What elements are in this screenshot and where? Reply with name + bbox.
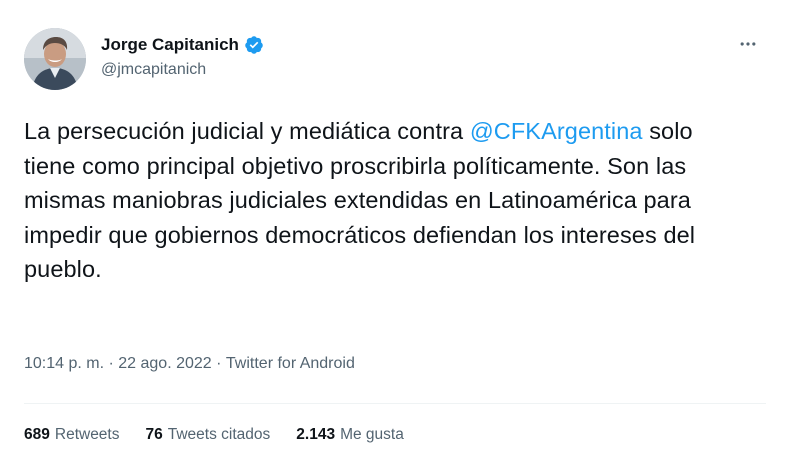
tweet-time[interactable]: 10:14 p. m.: [24, 355, 104, 373]
avatar-photo: [24, 28, 86, 90]
tweet-stats: 689 Retweets 76 Tweets citados 2.143 Me …: [24, 426, 430, 444]
tweet-meta: 10:14 p. m. · 22 ago. 2022 · Twitter for…: [24, 355, 355, 373]
mention-link[interactable]: @CFKArgentina: [470, 118, 643, 144]
meta-separator: ·: [104, 355, 119, 372]
display-name[interactable]: Jorge Capitanich: [101, 35, 239, 55]
tweet-text: La persecución judicial y mediática cont…: [24, 114, 744, 287]
author-info: Jorge Capitanich @jmcapitanich: [101, 34, 264, 79]
quotes-count: 76: [145, 426, 163, 443]
likes-label: Me gusta: [340, 426, 404, 443]
tweet-card: Jorge Capitanich @jmcapitanich La persec…: [0, 0, 790, 464]
more-horizontal-icon[interactable]: [734, 30, 762, 58]
quotes-label: Tweets citados: [167, 426, 271, 443]
avatar[interactable]: [24, 28, 86, 90]
divider: [24, 403, 766, 404]
name-row: Jorge Capitanich: [101, 34, 264, 56]
retweets-count: 689: [24, 426, 50, 443]
tweet-date[interactable]: 22 ago. 2022: [118, 355, 211, 373]
quote-tweets-stat[interactable]: 76 Tweets citados: [146, 426, 271, 444]
likes-stat[interactable]: 2.143 Me gusta: [296, 426, 404, 444]
tweet-source[interactable]: Twitter for Android: [226, 355, 355, 373]
meta-separator: ·: [211, 355, 226, 372]
tweet-text-before: La persecución judicial y mediática cont…: [24, 118, 470, 144]
retweets-label: Retweets: [54, 426, 120, 443]
user-handle[interactable]: @jmcapitanich: [101, 61, 264, 79]
likes-count: 2.143: [296, 426, 336, 443]
verified-badge-icon: [244, 35, 264, 55]
retweets-stat[interactable]: 689 Retweets: [24, 426, 120, 444]
